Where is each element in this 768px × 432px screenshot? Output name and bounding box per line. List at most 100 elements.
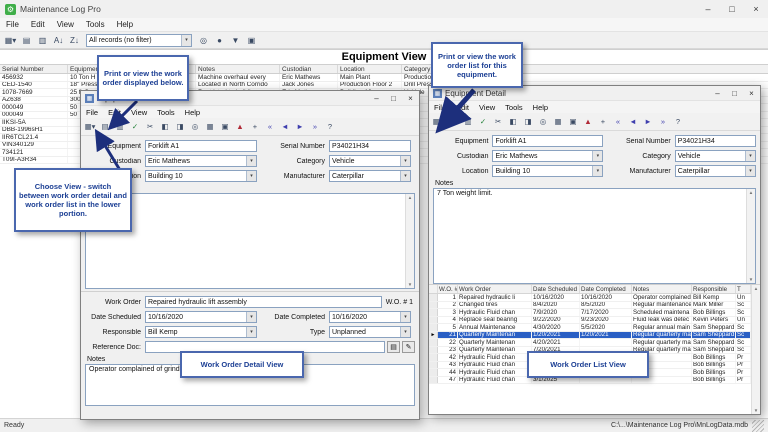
print-icon[interactable]: ▤ (446, 115, 460, 128)
nav-prev-icon[interactable]: ◄ (278, 120, 292, 133)
serial-number-field[interactable]: P34021H34 (329, 140, 411, 152)
menu-item[interactable]: Edit (25, 20, 51, 29)
form-view-icon[interactable]: ▣ (566, 115, 580, 128)
custodian-combo[interactable]: Eric Mathews▾ (492, 150, 603, 162)
maximize-button[interactable]: □ (720, 0, 744, 18)
copy-icon[interactable]: ◧ (506, 115, 520, 128)
location-combo[interactable]: Building 10▾ (145, 170, 257, 182)
reference-doc-button[interactable]: ▤ (387, 341, 400, 353)
dropdown-arrow-icon[interactable]: ▾ (592, 151, 602, 161)
view-switch-icon[interactable]: ▦▾ (3, 33, 18, 47)
detail-titlebar[interactable]: ▦ Equipment Detail – □ × (429, 86, 760, 101)
dropdown-arrow-icon[interactable]: ▾ (745, 166, 755, 176)
menu-item[interactable]: Tools (152, 108, 180, 117)
cut-icon[interactable]: ✂ (491, 115, 505, 128)
menu-item[interactable]: Tools (80, 20, 111, 29)
dropdown-arrow-icon[interactable]: ▾ (400, 156, 410, 166)
nav-first-icon[interactable]: « (611, 115, 625, 128)
print-icon[interactable]: ▤ (98, 120, 112, 133)
date-scheduled-combo[interactable]: 10/16/2020▾ (145, 311, 257, 323)
nav-first-icon[interactable]: « (263, 120, 277, 133)
responsible-combo[interactable]: Bill Kemp▾ (145, 326, 257, 338)
menu-item[interactable]: File (81, 108, 103, 117)
form-view-icon[interactable]: ▣ (218, 120, 232, 133)
scroll-down-icon[interactable]: ▼ (749, 277, 753, 282)
column-header[interactable]: Date Completed (580, 285, 632, 293)
equipment-notes-field[interactable]: ▲▼ (85, 193, 415, 289)
cut-icon[interactable]: ✂ (143, 120, 157, 133)
scroll-up-icon[interactable]: ▲ (408, 195, 412, 200)
menu-item[interactable]: View (126, 108, 152, 117)
location-combo[interactable]: Building 10▾ (492, 165, 603, 177)
report-icon[interactable]: ▣ (244, 33, 259, 47)
maximize-button[interactable]: □ (726, 86, 743, 101)
column-header[interactable]: Work Order (458, 285, 532, 293)
column-header[interactable]: T (736, 285, 751, 293)
column-header[interactable]: Custodian (280, 65, 338, 73)
column-header[interactable]: W.O. # (438, 285, 458, 293)
scroll-up-icon[interactable]: ▲ (749, 190, 753, 195)
menu-item[interactable]: Tools (500, 103, 528, 112)
spelling-icon[interactable]: ✓ (128, 120, 142, 133)
scroll-up-icon[interactable]: ▲ (754, 286, 758, 291)
close-button[interactable]: × (743, 86, 760, 101)
new-record-icon[interactable]: + (596, 115, 610, 128)
new-record-icon[interactable]: + (248, 120, 262, 133)
work-order-row[interactable]: 3 Hydraulic Fluid chan 7/9/2020 7/17/202… (429, 309, 760, 317)
print-icon[interactable]: ▤ (19, 33, 34, 47)
type-combo[interactable]: Unplanned▾ (329, 326, 411, 338)
menu-item[interactable]: View (51, 20, 80, 29)
manufacturer-combo[interactable]: Caterpillar▾ (329, 170, 411, 182)
records-filter-combo[interactable]: All records (no filter) ▾ (86, 34, 192, 47)
minimize-button[interactable]: – (368, 91, 385, 106)
work-order-field[interactable]: Repaired hydraulic lift assembly (145, 296, 382, 308)
work-order-row[interactable]: 21 Quarterly Maintenan 1/20/2021 1/20/20… (429, 332, 760, 340)
nav-next-icon[interactable]: ► (641, 115, 655, 128)
scroll-down-icon[interactable]: ▼ (408, 282, 412, 287)
nav-prev-icon[interactable]: ◄ (626, 115, 640, 128)
close-button[interactable]: × (744, 0, 768, 18)
column-header[interactable]: Location (338, 65, 402, 73)
resize-grip[interactable] (752, 420, 764, 432)
reference-browse-button[interactable]: ✎ (402, 341, 415, 353)
chart-icon[interactable]: ▲ (233, 120, 247, 133)
print-preview-icon[interactable]: ▥ (461, 115, 475, 128)
equipment-field[interactable]: Forklift A1 (145, 140, 257, 152)
custodian-combo[interactable]: Eric Mathews▾ (145, 155, 257, 167)
category-combo[interactable]: Vehicle▾ (329, 155, 411, 167)
help-icon[interactable]: ? (671, 115, 685, 128)
menu-item[interactable]: Help (180, 108, 205, 117)
sort-ascending-icon[interactable]: A↓ (51, 33, 66, 47)
find-icon[interactable]: ◎ (536, 115, 550, 128)
spelling-icon[interactable]: ✓ (476, 115, 490, 128)
nav-next-icon[interactable]: ► (293, 120, 307, 133)
dropdown-arrow-icon[interactable]: ▾ (400, 171, 410, 181)
scrollbar[interactable]: ▲▼ (405, 194, 414, 288)
column-header[interactable]: Serial Number (0, 65, 68, 73)
view-switch-icon[interactable]: ▦▾ (431, 115, 445, 128)
work-order-row[interactable]: 5 Annual Maintenance 4/30/2020 5/5/2020 … (429, 324, 760, 332)
manufacturer-combo[interactable]: Caterpillar▾ (675, 165, 756, 177)
minimize-button[interactable]: – (696, 0, 720, 18)
maximize-button[interactable]: □ (385, 91, 402, 106)
dropdown-arrow-icon[interactable]: ▾ (400, 312, 410, 322)
find-icon[interactable]: ◎ (188, 120, 202, 133)
view-switch-icon[interactable]: ▦▾ (83, 120, 97, 133)
dropdown-arrow-icon[interactable]: ▾ (246, 171, 256, 181)
chart-icon[interactable]: ▲ (581, 115, 595, 128)
work-order-row[interactable]: 4 Replace seal bearing 9/22/2020 9/23/20… (429, 317, 760, 325)
serial-number-field[interactable]: P34021H34 (675, 135, 756, 147)
dropdown-arrow-icon[interactable]: ▾ (592, 166, 602, 176)
menu-item[interactable]: Edit (451, 103, 474, 112)
work-order-row[interactable]: 22 Quarterly Maintenan 4/20/2021 Regular… (429, 339, 760, 347)
find-next-icon[interactable]: ● (212, 33, 227, 47)
menu-item[interactable]: Edit (103, 108, 126, 117)
print-preview-icon[interactable]: ▥ (113, 120, 127, 133)
filter-icon[interactable]: ▼ (228, 33, 243, 47)
column-header[interactable]: Date Scheduled (532, 285, 580, 293)
menu-item[interactable]: View (474, 103, 500, 112)
work-order-row[interactable]: 2 Changed tires 8/4/2020 8/5/2020 Regula… (429, 302, 760, 310)
column-header[interactable]: Responsible (692, 285, 736, 293)
menu-item[interactable]: File (0, 20, 25, 29)
work-order-row[interactable]: 1 Repaired hydraulic li 10/16/2020 10/16… (429, 294, 760, 302)
